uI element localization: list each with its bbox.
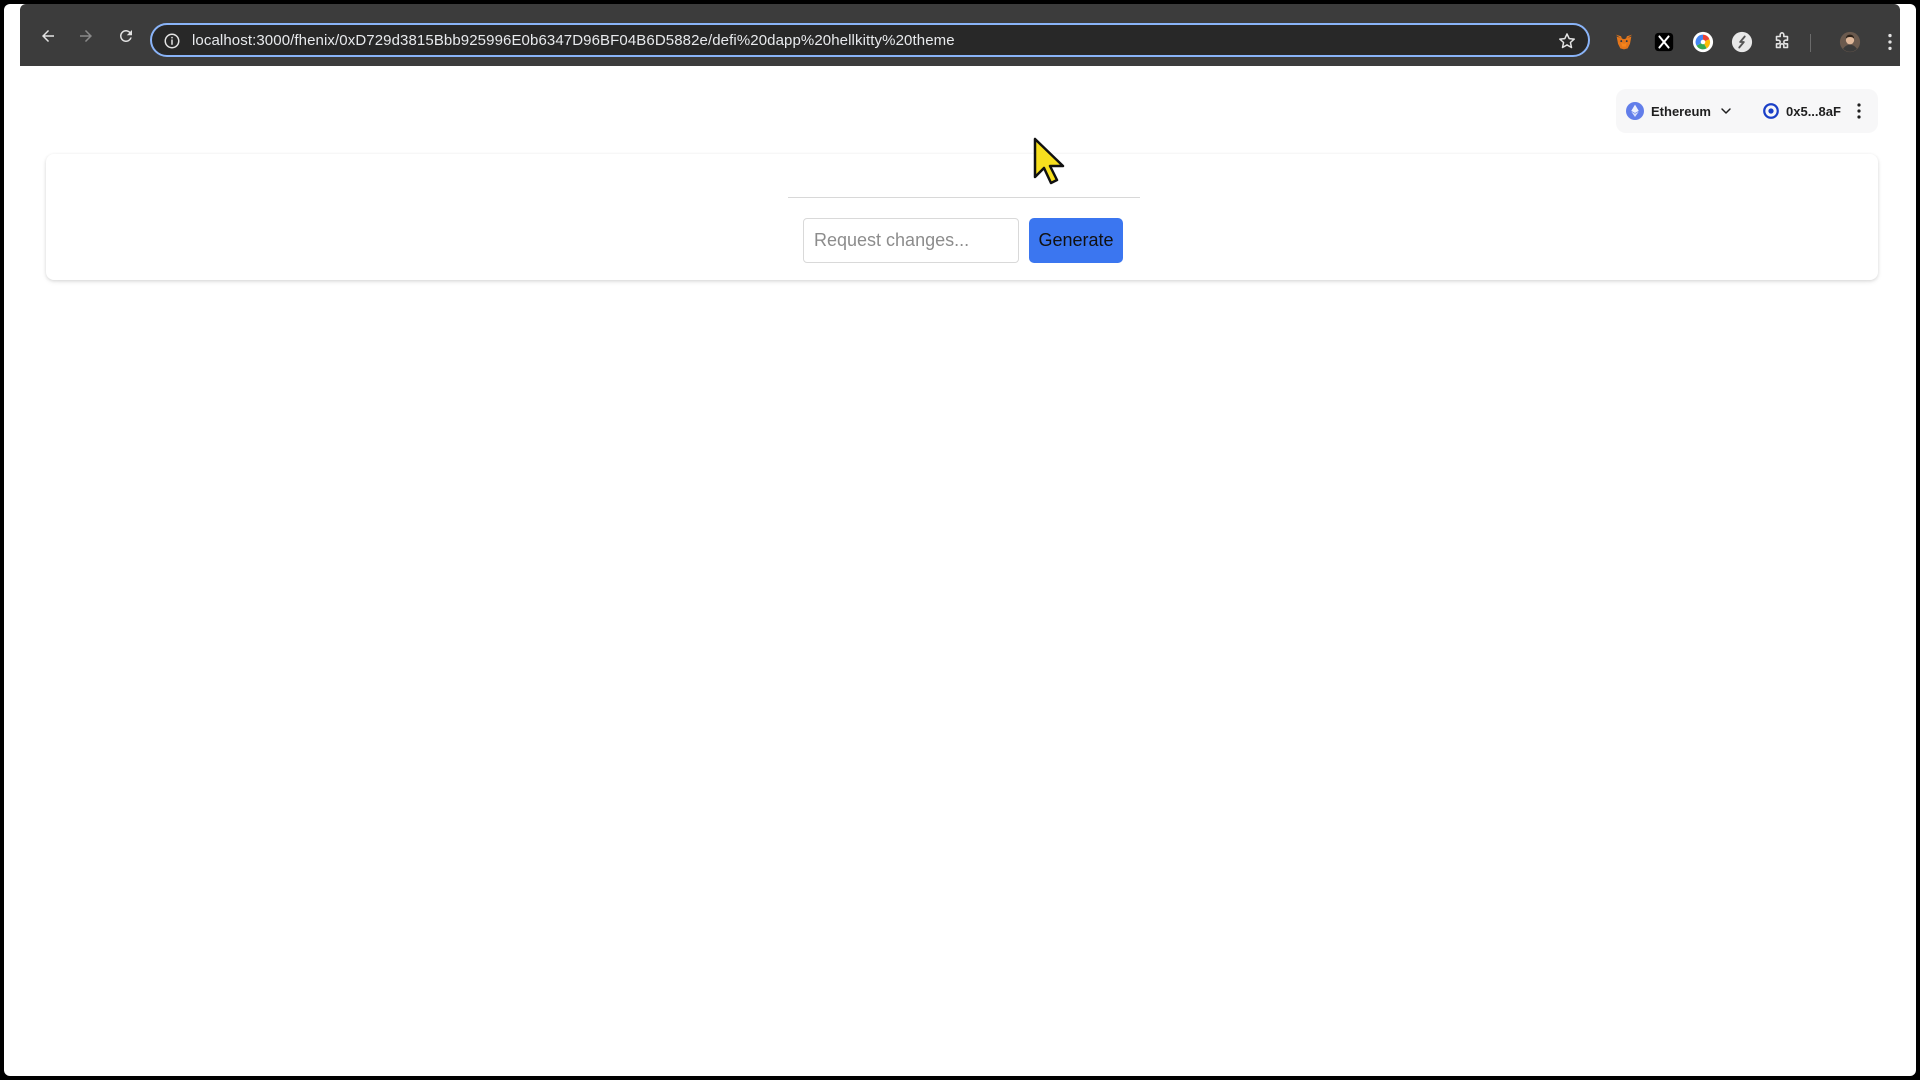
- arrow-left-icon: [42, 30, 54, 42]
- avatar-icon: [1839, 31, 1861, 53]
- kebab-menu-icon: [1888, 33, 1892, 51]
- info-icon: [164, 33, 180, 49]
- compass-extension[interactable]: [1730, 30, 1754, 54]
- wallet-menu-button[interactable]: [1854, 101, 1864, 121]
- x-extension[interactable]: [1652, 30, 1676, 54]
- account-address: 0x5...8aF: [1786, 103, 1841, 119]
- browser-window: localhost:3000/fhenix/0xD729d3815Bbb9259…: [4, 4, 1916, 1076]
- wallet-bar: Ethereum 0x5...8aF: [1616, 89, 1878, 133]
- url-text[interactable]: localhost:3000/fhenix/0xD729d3815Bbb9259…: [192, 32, 955, 49]
- ethereum-icon: [1626, 102, 1644, 120]
- x-logo-icon: [1654, 32, 1674, 52]
- kebab-menu-icon: [1857, 103, 1861, 119]
- reload-button[interactable]: [114, 24, 138, 48]
- metamask-extension[interactable]: [1612, 30, 1636, 54]
- profile-button[interactable]: [1838, 30, 1862, 54]
- arrow-right-icon: [80, 30, 92, 42]
- extensions-button[interactable]: [1770, 30, 1794, 54]
- puzzle-icon: [1775, 32, 1789, 49]
- color-wheel-extension[interactable]: [1691, 30, 1715, 54]
- metamask-fox-icon: [1615, 34, 1633, 50]
- divider: [788, 197, 1140, 198]
- bookmark-button[interactable]: [1556, 30, 1578, 52]
- mouse-cursor-icon: [1033, 137, 1065, 185]
- network-selector[interactable]: Ethereum: [1626, 99, 1734, 123]
- chevron-down-icon: [1721, 108, 1731, 114]
- browser-toolbar: localhost:3000/fhenix/0xD729d3815Bbb9259…: [20, 4, 1900, 66]
- network-name: Ethereum: [1651, 103, 1711, 119]
- compass-icon: [1731, 31, 1753, 53]
- color-wheel-icon: [1692, 31, 1714, 53]
- forward-button[interactable]: [74, 24, 98, 48]
- reload-icon: [120, 30, 132, 42]
- browser-menu-button[interactable]: [1878, 30, 1902, 54]
- site-info-button[interactable]: [162, 31, 182, 51]
- back-button[interactable]: [36, 24, 60, 48]
- generate-button[interactable]: Generate: [1029, 218, 1123, 263]
- composer-card: Generate: [46, 154, 1878, 280]
- account-ring-icon: [1763, 103, 1779, 119]
- address-bar[interactable]: localhost:3000/fhenix/0xD729d3815Bbb9259…: [150, 23, 1590, 57]
- account-button[interactable]: 0x5...8aF: [1762, 99, 1841, 123]
- star-icon: [1559, 33, 1575, 49]
- request-changes-input[interactable]: [803, 218, 1019, 263]
- toolbar-divider: [1810, 34, 1811, 52]
